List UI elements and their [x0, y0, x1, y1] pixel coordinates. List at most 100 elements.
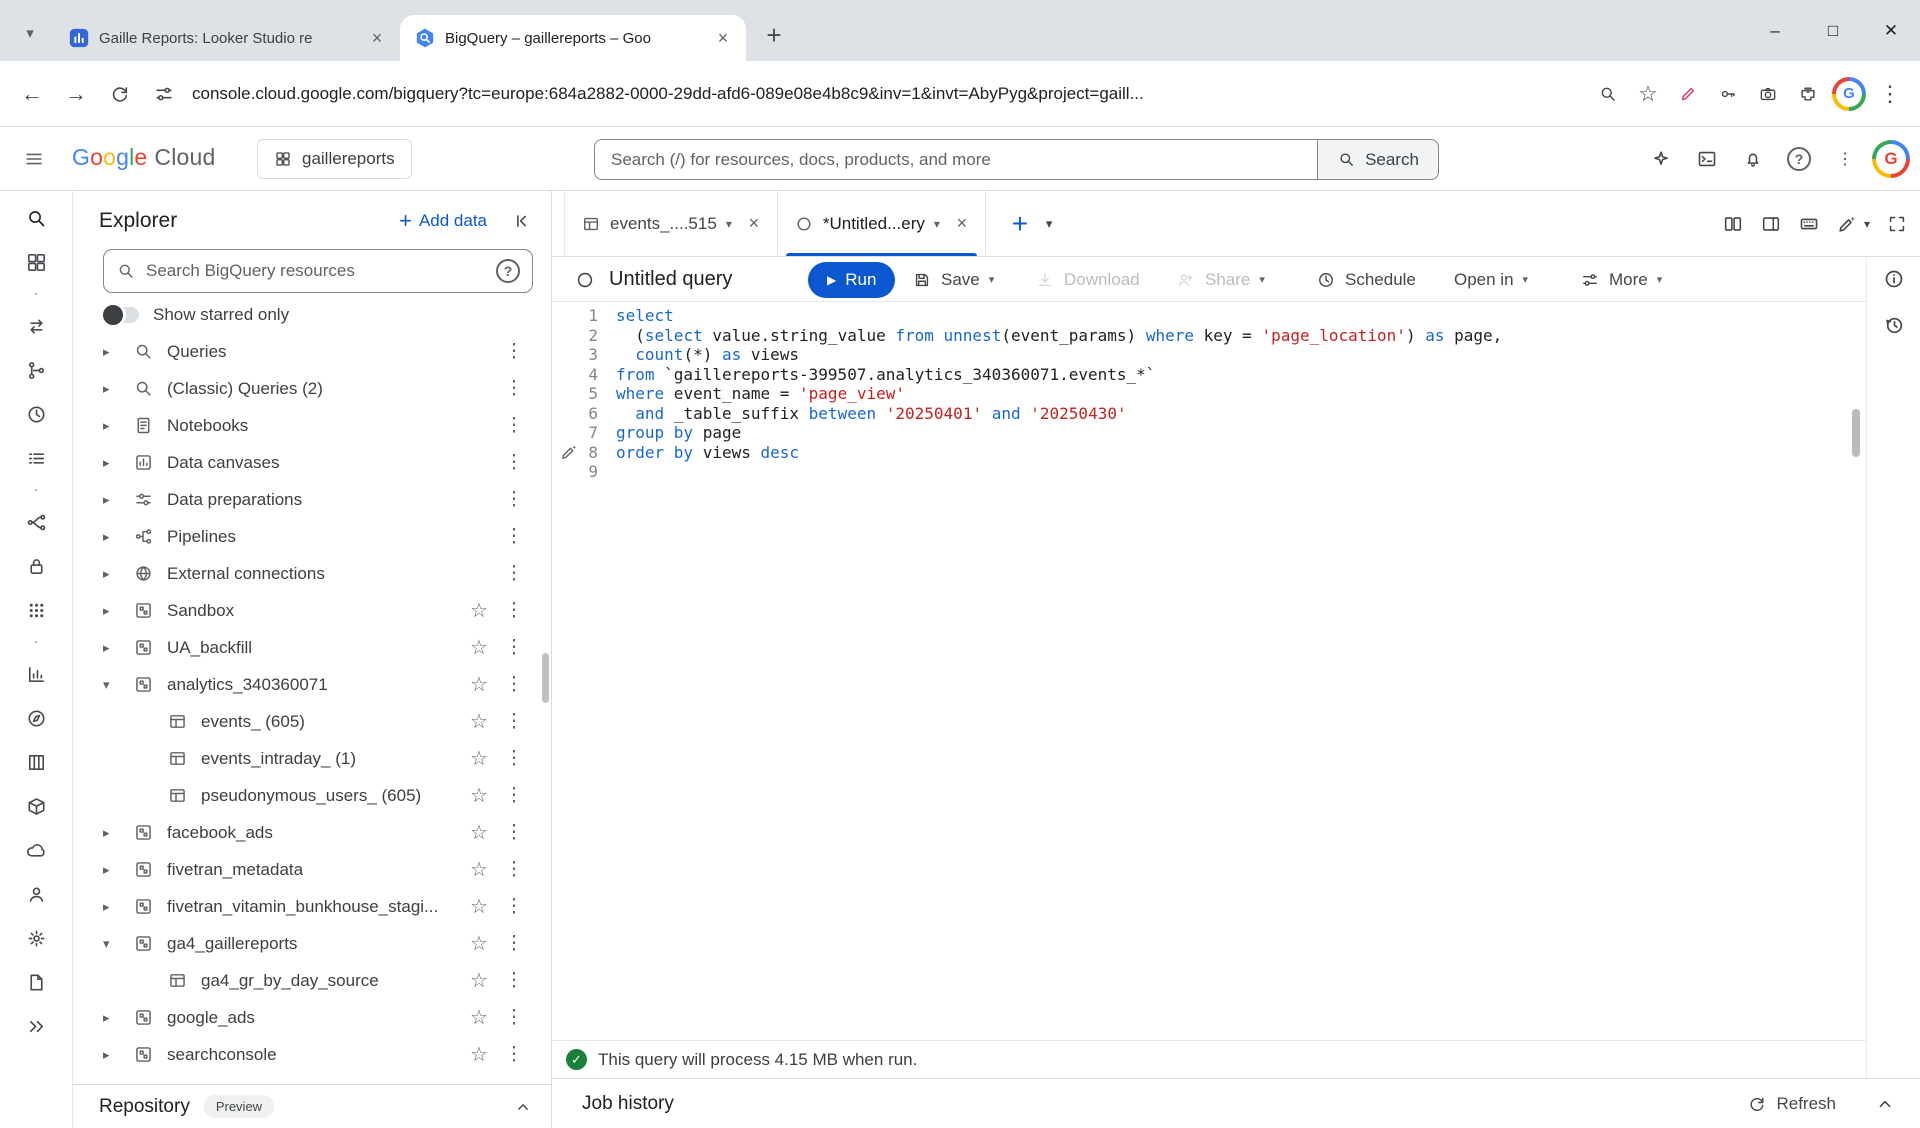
reload-icon[interactable]	[98, 72, 142, 116]
tree-item-searchconsole[interactable]: ▸ searchconsole ☆ ⋮	[73, 1036, 551, 1073]
more-actions-icon[interactable]: ⋮	[497, 710, 531, 733]
sql-editor[interactable]: 123456789 select (select value.string_va…	[552, 302, 1866, 1040]
tree-item-events-605[interactable]: events_ (605) ☆ ⋮	[73, 703, 551, 740]
console-search-input[interactable]: Search (/) for resources, docs, products…	[594, 139, 1317, 180]
cloud-shell-icon[interactable]	[1684, 137, 1730, 181]
sql-assist-pen-icon[interactable]	[1836, 213, 1858, 235]
new-query-tab-button[interactable]: +	[1000, 204, 1040, 244]
star-icon[interactable]: ☆	[461, 1042, 497, 1067]
expander-icon[interactable]: ▸	[103, 381, 133, 397]
expand-rail-icon[interactable]	[13, 1007, 59, 1045]
keyboard-shortcuts-icon[interactable]	[1798, 213, 1820, 235]
collapse-job-history-icon[interactable]	[1874, 1093, 1896, 1115]
extension-pen-icon[interactable]	[1668, 72, 1708, 116]
tree-item-events-intraday-1[interactable]: events_intraday_ (1) ☆ ⋮	[73, 740, 551, 777]
expander-icon[interactable]: ▸	[103, 640, 133, 656]
sandbox-icon[interactable]	[13, 787, 59, 825]
fullscreen-icon[interactable]	[1886, 213, 1908, 235]
tree-item-ua-backfill[interactable]: ▸ UA_backfill ☆ ⋮	[73, 629, 551, 666]
close-tab-icon[interactable]: ×	[949, 211, 975, 237]
more-actions-icon[interactable]: ⋮	[497, 1043, 531, 1066]
search-help-icon[interactable]: ?	[496, 259, 520, 283]
chevron-down-icon[interactable]: ▾	[1864, 217, 1870, 231]
password-key-icon[interactable]	[1708, 72, 1748, 116]
partitions-icon[interactable]	[13, 743, 59, 781]
star-icon[interactable]: ☆	[461, 968, 497, 993]
governance-icon[interactable]	[13, 547, 59, 585]
expander-icon[interactable]: ▸	[103, 344, 133, 360]
close-tab-icon[interactable]: ×	[710, 25, 736, 51]
queries-list-icon[interactable]	[13, 439, 59, 477]
star-icon[interactable]: ☆	[461, 672, 497, 697]
tree-item-ga4-gr-by-day-source[interactable]: ga4_gr_by_day_source ☆ ⋮	[73, 962, 551, 999]
tree-item-fivetran-metadata[interactable]: ▸ fivetran_metadata ☆ ⋮	[73, 851, 551, 888]
tab-search-icon[interactable]: ▾	[12, 15, 48, 51]
chevron-up-icon[interactable]	[513, 1097, 533, 1117]
extensions-puzzle-icon[interactable]	[1788, 72, 1828, 116]
more-actions-icon[interactable]: ⋮	[497, 932, 531, 955]
gemini-suggest-icon[interactable]	[559, 442, 579, 462]
expander-icon[interactable]: ▸	[103, 529, 133, 545]
expander-icon[interactable]: ▸	[103, 1010, 133, 1026]
settings-icon[interactable]	[13, 919, 59, 957]
cloud-icon[interactable]	[13, 831, 59, 869]
bigquery-pinned-icon[interactable]	[13, 199, 59, 237]
run-button[interactable]: ▶ Run	[808, 262, 896, 298]
browser-tab-bigquery[interactable]: BigQuery – gaillereports – Goo ×	[400, 15, 746, 61]
tree-item-data-preparations[interactable]: ▸ Data preparations ⋮	[73, 481, 551, 518]
tree-item-ga4-gaillereports[interactable]: ▾ ga4_gaillereports ☆ ⋮	[73, 925, 551, 962]
expander-icon[interactable]: ▸	[103, 492, 133, 508]
chevron-down-icon[interactable]: ▾	[726, 217, 732, 231]
tree-item-classic-queries-2[interactable]: ▸ (Classic) Queries (2) ⋮	[73, 370, 551, 407]
split-tab-icon[interactable]	[1722, 213, 1744, 235]
star-icon[interactable]: ☆	[461, 820, 497, 845]
more-actions-icon[interactable]: ⋮	[497, 488, 531, 511]
more-actions-icon[interactable]: ⋮	[497, 784, 531, 807]
gemini-icon[interactable]	[1638, 137, 1684, 181]
more-actions-icon[interactable]: ⋮	[497, 858, 531, 881]
more-actions-icon[interactable]: ⋮	[497, 821, 531, 844]
more-actions-icon[interactable]: ⋮	[497, 377, 531, 400]
star-icon[interactable]: ☆	[461, 783, 497, 808]
star-icon[interactable]: ☆	[461, 746, 497, 771]
tree-item-pseudonymous-users-605[interactable]: pseudonymous_users_ (605) ☆ ⋮	[73, 777, 551, 814]
editor-scrollbar[interactable]	[1852, 409, 1860, 457]
star-icon[interactable]: ☆	[461, 598, 497, 623]
tree-item-analytics-340360071[interactable]: ▾ analytics_340360071 ☆ ⋮	[73, 666, 551, 703]
expander-icon[interactable]: ▸	[103, 1047, 133, 1063]
more-actions-icon[interactable]: ⋮	[497, 673, 531, 696]
tree-item-data-canvases[interactable]: ▸ Data canvases ⋮	[73, 444, 551, 481]
admin-icon[interactable]	[13, 875, 59, 913]
expander-icon[interactable]: ▸	[103, 862, 133, 878]
hamburger-menu-icon[interactable]	[12, 137, 56, 181]
site-info-icon[interactable]	[142, 72, 186, 116]
tree-item-facebook-ads[interactable]: ▸ facebook_ads ☆ ⋮	[73, 814, 551, 851]
release-notes-icon[interactable]	[13, 963, 59, 1001]
star-icon[interactable]: ☆	[461, 635, 497, 660]
tree-item-google-ads[interactable]: ▸ google_ads ☆ ⋮	[73, 999, 551, 1036]
open-in-button[interactable]: Open in ▾	[1454, 257, 1528, 302]
history-icon[interactable]	[13, 395, 59, 433]
expander-icon[interactable]: ▸	[103, 455, 133, 471]
more-actions-icon[interactable]: ⋮	[497, 969, 531, 992]
analytics-hub-icon[interactable]	[13, 655, 59, 693]
find-icon[interactable]	[1588, 72, 1628, 116]
minimize-button[interactable]: –	[1746, 0, 1804, 61]
history-panel-icon[interactable]	[1882, 313, 1906, 337]
google-cloud-logo[interactable]: Google Cloud	[72, 144, 216, 171]
more-actions-icon[interactable]: ⋮	[497, 525, 531, 548]
star-icon[interactable]: ☆	[461, 709, 497, 734]
more-actions-icon[interactable]: ⋮	[497, 414, 531, 437]
editor-tab-events[interactable]: events_....515 ▾ ×	[564, 191, 778, 256]
expander-icon[interactable]: ▸	[103, 603, 133, 619]
show-starred-toggle[interactable]	[100, 302, 139, 328]
more-actions-icon[interactable]: ⋮	[497, 636, 531, 659]
console-search-button[interactable]: Search	[1317, 139, 1439, 180]
back-icon[interactable]: ←	[10, 72, 54, 116]
close-tab-icon[interactable]: ×	[364, 25, 390, 51]
add-data-button[interactable]: + Add data	[399, 210, 487, 232]
url-text[interactable]: console.cloud.google.com/bigquery?tc=eur…	[192, 84, 1588, 104]
explorer-scrollbar[interactable]	[542, 653, 549, 703]
more-actions-icon[interactable]: ⋮	[497, 340, 531, 363]
scheduled-queries-icon[interactable]	[13, 351, 59, 389]
